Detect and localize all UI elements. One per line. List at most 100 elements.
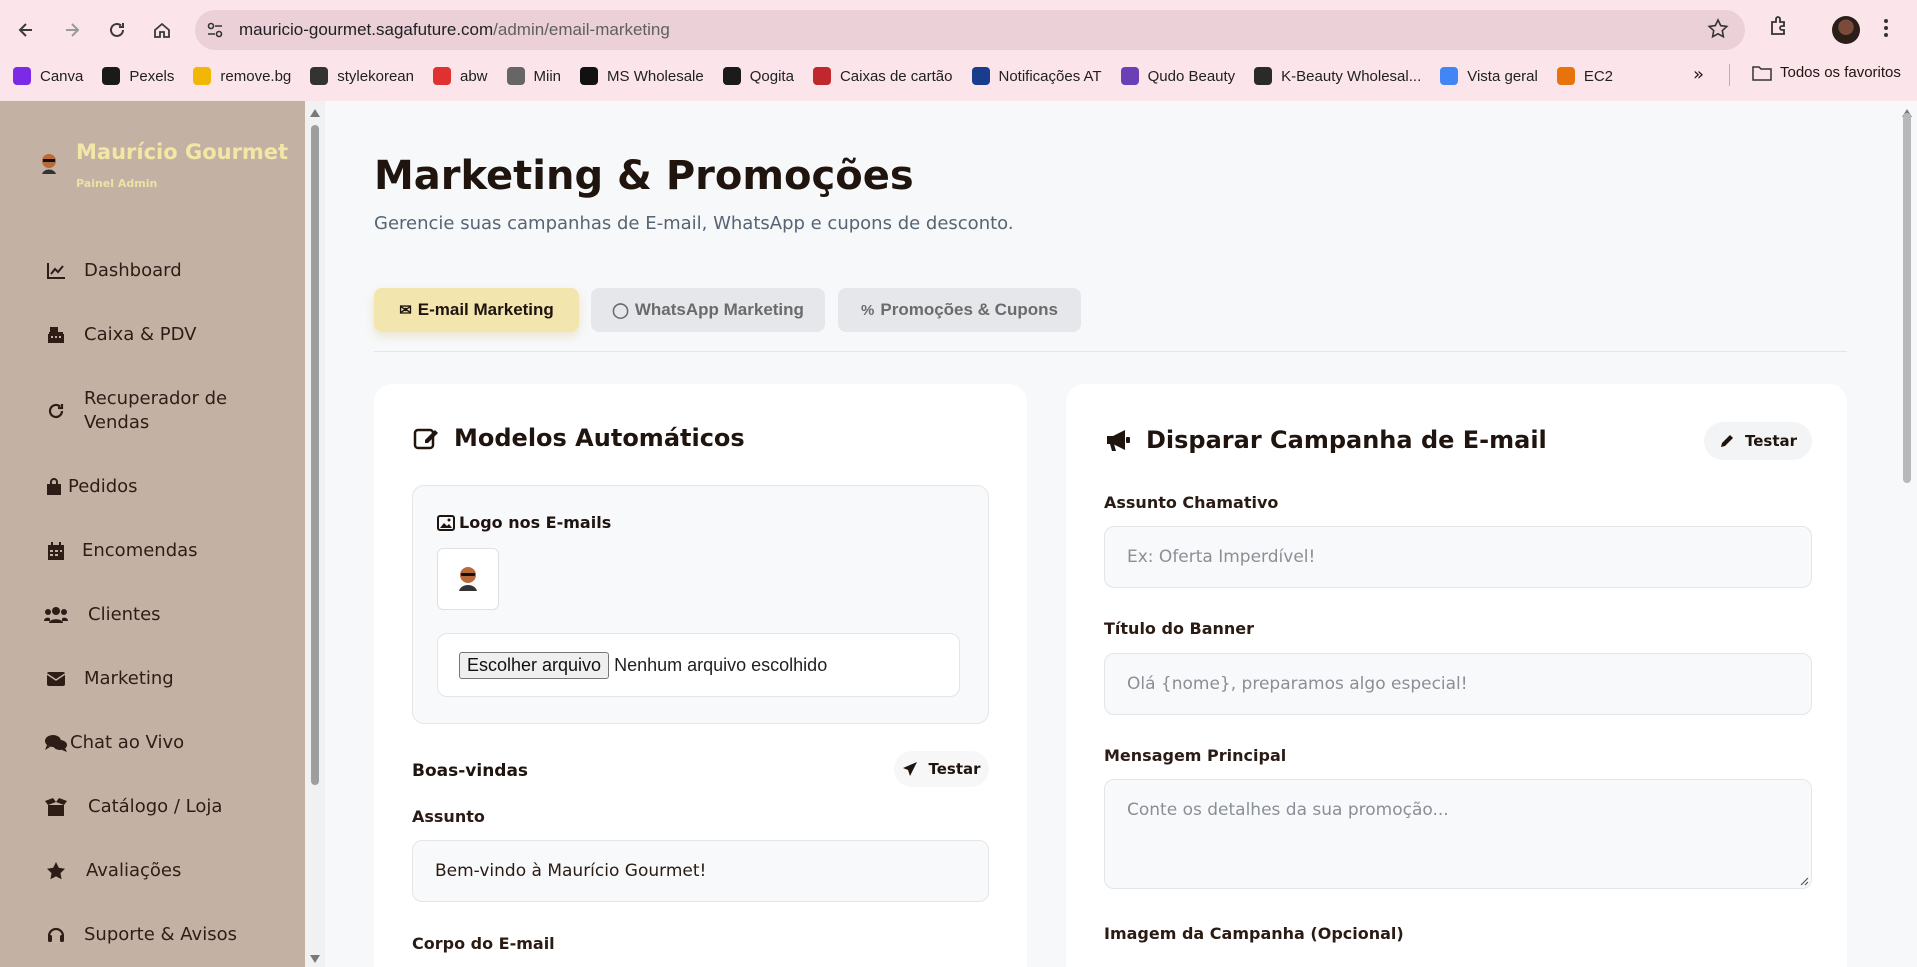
back-button[interactable]	[12, 16, 40, 44]
bookmark-item[interactable]: stylekorean	[310, 67, 414, 85]
logo-upload-box: Logo nos E-mails Escolher arquivo Nenhum…	[412, 485, 989, 724]
star-icon	[44, 859, 68, 883]
arrow-right-icon	[66, 23, 80, 37]
bookmark-favicon-icon	[193, 67, 212, 85]
main-content: Marketing & Promoções Gerencie suas camp…	[325, 101, 1897, 967]
home-button[interactable]	[148, 16, 176, 44]
bookmark-favicon-icon	[1254, 67, 1273, 85]
sidebar-item-avaliacoes[interactable]: Avaliações	[44, 859, 181, 883]
users-icon	[44, 603, 68, 627]
home-icon	[154, 22, 170, 38]
bookmark-item[interactable]: Qudo Beauty	[1120, 67, 1235, 85]
bookmark-favicon-icon	[722, 67, 741, 85]
profile-avatar[interactable]	[1832, 16, 1860, 44]
reload-button[interactable]	[103, 16, 131, 44]
headset-icon	[44, 923, 68, 947]
sidebar-item-chat-ao-vivo[interactable]: Chat ao Vivo	[44, 731, 184, 755]
bookmark-item[interactable]: Notificações AT	[971, 67, 1102, 85]
welcome-title: Boas-vindas	[412, 761, 529, 781]
welcome-subject-input[interactable]: Bem-vindo à Maurício Gourmet!	[412, 840, 989, 902]
percent-icon: %	[861, 301, 875, 319]
brand-subtitle: Painel Admin	[76, 177, 158, 190]
bookmark-favicon-icon	[432, 67, 451, 85]
sidebar-item-catalogo-loja[interactable]: Catálogo / Loja	[44, 795, 222, 819]
bookmark-item[interactable]: Pexels	[102, 67, 174, 85]
bookmark-item[interactable]: EC2	[1556, 67, 1613, 85]
scroll-up-arrow-icon[interactable]	[310, 109, 320, 117]
bookmark-item[interactable]: Miin	[506, 67, 561, 85]
bookmark-item[interactable]: MS Wholesale	[580, 67, 704, 85]
test-welcome-button[interactable]: Testar	[894, 751, 989, 787]
campaign-subject-label: Assunto Chamativo	[1104, 493, 1279, 512]
bookmark-item[interactable]: Qogita	[722, 67, 794, 85]
bookmark-favicon-icon	[102, 67, 121, 85]
chart-line-icon	[44, 259, 68, 283]
bookmark-star-icon[interactable]	[1707, 18, 1729, 44]
browser-menu-icon[interactable]	[1882, 16, 1890, 44]
resize-handle-icon[interactable]	[1799, 876, 1809, 886]
calendar-icon	[44, 539, 68, 563]
image-icon	[437, 514, 455, 531]
chat-icon	[44, 731, 68, 755]
file-status: Nenhum arquivo escolhido	[614, 654, 828, 675]
logo-file-input[interactable]: Escolher arquivo Nenhum arquivo escolhid…	[437, 633, 960, 697]
sidebar-scrollbar[interactable]	[305, 101, 325, 967]
bookmark-favicon-icon	[1120, 67, 1139, 85]
bookmark-favicon-icon	[1556, 67, 1575, 85]
campaign-image-label: Imagem da Campanha (Opcional)	[1104, 924, 1404, 943]
tab-whatsapp-marketing[interactable]: ◯ WhatsApp Marketing	[591, 288, 825, 332]
sidebar-scroll-thumb[interactable]	[311, 125, 319, 785]
welcome-subject-label: Assunto	[412, 807, 485, 826]
bookmark-item[interactable]: Canva	[13, 67, 83, 85]
bookmark-favicon-icon	[310, 67, 329, 85]
tab-promocoes-cupons[interactable]: % Promoções & Cupons	[838, 288, 1081, 332]
forward-button[interactable]	[58, 16, 86, 44]
bookmark-item[interactable]: Vista geral	[1440, 67, 1538, 85]
bookmarks-bar: Canva Pexels remove.bg stylekorean abw Miin MS…	[0, 62, 1917, 90]
main-scroll-thumb[interactable]	[1903, 113, 1911, 483]
sidebar-item-caixa-pdv[interactable]: Caixa & PDV	[44, 323, 196, 347]
bookmark-item[interactable]: Caixas de cartão	[812, 67, 953, 85]
sidebar-item-encomendas[interactable]: Encomendas	[44, 539, 198, 563]
reload-icon	[110, 22, 124, 37]
sidebar-item-dashboard[interactable]: Dashboard	[44, 259, 182, 283]
sidebar-item-suporte-avisos[interactable]: Suporte & Avisos	[44, 923, 237, 947]
refresh-icon	[44, 399, 68, 423]
logo-preview	[437, 548, 499, 610]
campaign-subject-input[interactable]: Ex: Oferta Imperdível!	[1104, 526, 1812, 588]
envelope-icon	[44, 667, 68, 691]
shopping-bag-icon	[44, 475, 64, 499]
sidebar-item-marketing[interactable]: Marketing	[44, 667, 174, 691]
bookmark-item[interactable]: K-Beauty Wholesal...	[1254, 67, 1421, 85]
all-bookmarks-folder[interactable]: Todos os favoritos	[1752, 64, 1901, 81]
test-campaign-button[interactable]: Testar	[1704, 422, 1812, 460]
box-open-icon	[44, 795, 68, 819]
tab-email-marketing[interactable]: ✉ E-mail Marketing	[374, 288, 579, 332]
bookmark-favicon-icon	[506, 67, 525, 85]
pencil-icon	[1719, 433, 1735, 449]
sidebar-item-pedidos[interactable]: Pedidos	[44, 475, 138, 499]
choose-file-button[interactable]: Escolher arquivo	[459, 651, 610, 679]
whatsapp-icon: ◯	[612, 302, 629, 319]
banner-title-input[interactable]: Olá {nome}, preparamos algo especial!	[1104, 653, 1812, 715]
chef-mascot-icon	[459, 567, 477, 591]
scroll-down-arrow-icon[interactable]	[310, 955, 320, 963]
url-text: mauricio-gourmet.sagafuture.com/admin/em…	[239, 20, 670, 39]
bookmark-favicon-icon	[1440, 67, 1459, 85]
main-message-textarea[interactable]: Conte os detalhes da sua promoção...	[1104, 779, 1812, 889]
email-body-label: Corpo do E-mail	[412, 934, 555, 953]
address-bar[interactable]: mauricio-gourmet.sagafuture.com/admin/em…	[195, 10, 1745, 50]
bookmark-item[interactable]: remove.bg	[193, 67, 291, 85]
paper-plane-icon	[902, 761, 918, 777]
site-info-icon[interactable]	[195, 10, 235, 50]
folder-icon	[1752, 65, 1772, 81]
banner-title-label: Título do Banner	[1104, 619, 1255, 638]
sidebar-item-recuperador-vendas[interactable]: Recuperador de Vendas	[44, 387, 244, 435]
bookmark-item[interactable]: abw	[432, 67, 488, 85]
brand-name: Maurício Gourmet	[76, 140, 289, 164]
extensions-icon[interactable]	[1767, 14, 1791, 42]
main-scrollbar[interactable]	[1897, 101, 1917, 967]
bookmarks-overflow-icon[interactable]: »	[1693, 64, 1704, 85]
logo-label: Logo nos E-mails	[437, 513, 611, 532]
sidebar-item-clientes[interactable]: Clientes	[44, 603, 161, 627]
